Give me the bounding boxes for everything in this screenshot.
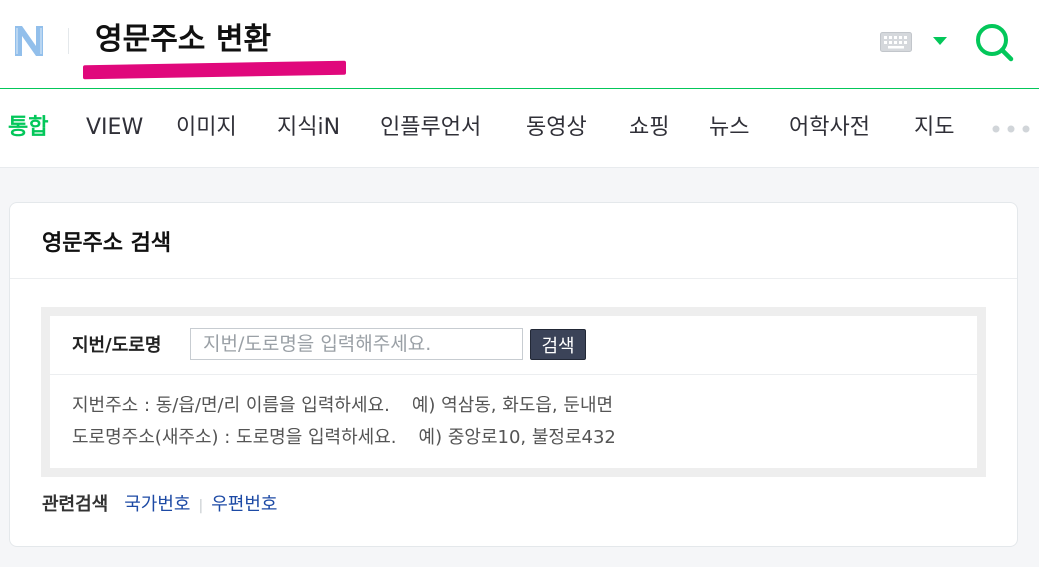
help-road-text: 도로명주소(새주소) : 도로명을 입력하세요.	[72, 427, 397, 448]
tab-all[interactable]: 통합	[8, 89, 48, 167]
tab-map[interactable]: 지도	[914, 89, 954, 167]
help-jibun: 지번주소 : 동/읍/면/리 이름을 입력하세요. 예) 역삼동, 화도읍, 둔내…	[72, 393, 613, 419]
card-title: 영문주소 검색	[42, 231, 172, 256]
related-link-country-code[interactable]: 국가번호	[124, 494, 190, 515]
tab-shopping[interactable]: 쇼핑	[629, 89, 669, 167]
english-address-card: 영문주소 검색 지번/도로명 검색 지번주소 : 동/읍/면/리 이름을 입력하…	[9, 202, 1018, 547]
address-field-label: 지번/도로명	[72, 335, 162, 356]
address-search-input[interactable]	[190, 328, 523, 360]
tab-influencer[interactable]: 인플루언서	[380, 89, 481, 167]
address-search-box: 지번/도로명 검색 지번주소 : 동/읍/면/리 이름을 입력하세요. 예) 역삼…	[41, 307, 986, 477]
related-searches: 관련검색 국가번호 | 우편번호	[42, 492, 277, 519]
search-inner-divider	[50, 374, 977, 375]
help-road: 도로명주소(새주소) : 도로명을 입력하세요. 예) 중앙로10, 불정로432	[72, 425, 616, 451]
naver-logo-icon[interactable]	[12, 20, 46, 60]
tab-news[interactable]: 뉴스	[709, 89, 749, 167]
tab-dictionary[interactable]: 어학사전	[789, 89, 870, 167]
address-search-button[interactable]: 검색	[530, 329, 586, 360]
tab-images[interactable]: 이미지	[176, 89, 237, 167]
tab-view[interactable]: VIEW	[86, 89, 143, 167]
search-icon[interactable]	[974, 22, 1014, 62]
help-road-example: 예) 중앙로10, 불정로432	[418, 427, 616, 448]
help-jibun-text: 지번주소 : 동/읍/면/리 이름을 입력하세요.	[72, 395, 390, 416]
related-separator: |	[198, 498, 204, 514]
related-label: 관련검색	[42, 494, 109, 515]
tab-kin[interactable]: 지식iN	[277, 89, 340, 167]
more-icon[interactable]	[992, 125, 1032, 133]
address-search-inner: 지번/도로명 검색 지번주소 : 동/읍/면/리 이름을 입력하세요. 예) 역삼…	[50, 316, 977, 468]
card-divider	[10, 278, 1017, 279]
search-header: 영문주소 변환	[0, 0, 1039, 89]
help-jibun-example: 예) 역삼동, 화도읍, 둔내면	[411, 395, 614, 416]
query-highlight	[83, 60, 346, 80]
search-query-text[interactable]: 영문주소 변환	[95, 20, 271, 60]
keyboard-icon[interactable]	[880, 32, 912, 52]
related-link-postal-code[interactable]: 우편번호	[211, 494, 277, 515]
logo-divider	[68, 28, 69, 54]
search-tabs: 통합 VIEW 이미지 지식iN 인플루언서 동영상 쇼핑 뉴스 어학사전 지도	[0, 89, 1039, 168]
chevron-down-icon[interactable]	[932, 36, 948, 46]
tab-video[interactable]: 동영상	[526, 89, 587, 167]
